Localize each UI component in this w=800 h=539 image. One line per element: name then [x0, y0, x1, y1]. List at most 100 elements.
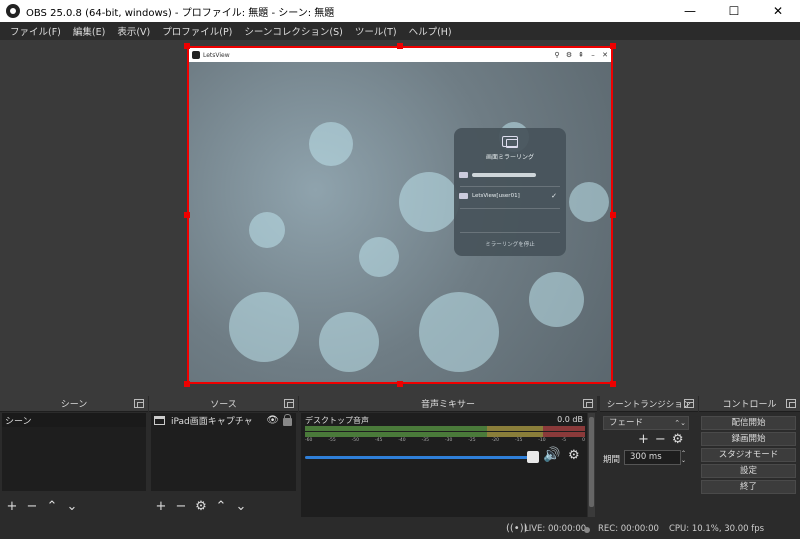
lock-icon[interactable] — [283, 414, 292, 426]
transitions-header: シーントランジション — [600, 396, 698, 412]
menu-tools[interactable]: ツール(T) — [349, 24, 403, 38]
obs-logo-icon — [6, 4, 20, 18]
preview-area: LetsView ⚲ ⚙ ⇞ – ✕ 画面ミラーリング LetsView[use… — [0, 40, 800, 396]
list-item[interactable]: シーン — [2, 413, 146, 427]
bokeh-bubble — [229, 292, 299, 362]
move-up-button[interactable]: ⌃ — [213, 499, 229, 515]
start-recording-button[interactable]: 録画開始 — [701, 432, 796, 446]
source-properties-gear-icon[interactable]: ⚙ — [193, 499, 209, 515]
menu-scene-collection[interactable]: シーンコレクション(S) — [238, 24, 348, 38]
duration-input[interactable]: 300 ms — [624, 450, 681, 465]
volume-meter — [305, 432, 585, 437]
undock-icon[interactable] — [786, 399, 796, 408]
device-row: LetsView[user01] ✓ — [457, 189, 563, 203]
scale-tick: -20 — [491, 438, 499, 443]
move-down-button[interactable]: ⌄ — [233, 499, 249, 515]
redacted-device-name — [472, 173, 536, 177]
controls-dock: コントロール 配信開始 録画開始 スタジオモード 設定 終了 — [699, 396, 800, 520]
sources-header: ソース — [149, 396, 298, 412]
bokeh-bubble — [309, 122, 353, 166]
resize-handle[interactable] — [184, 212, 190, 218]
speaker-icon[interactable]: 🔊 — [543, 447, 560, 463]
exit-button[interactable]: 終了 — [701, 480, 796, 494]
add-transition-button[interactable]: + — [638, 432, 649, 447]
duration-label: 期間 — [603, 455, 621, 465]
menu-view[interactable]: 表示(V) — [111, 24, 156, 38]
preview-source[interactable]: LetsView ⚲ ⚙ ⇞ – ✕ 画面ミラーリング LetsView[use… — [187, 46, 613, 384]
mirroring-icon — [502, 136, 518, 148]
undock-icon[interactable] — [583, 399, 593, 408]
duration-spinner[interactable]: ⌃ ⌄ — [681, 450, 691, 464]
transition-settings-gear-icon[interactable]: ⚙ — [672, 432, 684, 447]
sources-title: ソース — [210, 400, 237, 410]
letsview-titlebar: LetsView ⚲ ⚙ ⇞ – ✕ — [189, 48, 611, 62]
resize-handle[interactable] — [610, 212, 616, 218]
add-scene-button[interactable]: + — [4, 499, 20, 515]
transition-select[interactable]: フェード ⌃⌄ — [603, 416, 689, 430]
divider — [460, 232, 560, 233]
sources-list: iPad画面キャプチャ 👁 — [151, 413, 296, 491]
scale-tick: -10 — [538, 438, 546, 443]
mixer-title: 音声ミキサー — [420, 400, 475, 410]
device-name: LetsView[user01] — [472, 193, 520, 199]
menu-help[interactable]: ヘルプ(H) — [403, 24, 458, 38]
menu-bar: ファイル(F) 編集(E) 表示(V) プロファイル(P) シーンコレクション(… — [0, 22, 800, 40]
mirroring-title: 画面ミラーリング — [485, 154, 534, 161]
remove-transition-button[interactable]: − — [655, 432, 666, 447]
scenes-title: シーン — [60, 400, 88, 410]
spin-arrows-icon: ⌃⌄ — [674, 419, 686, 427]
add-source-button[interactable]: + — [153, 499, 169, 515]
bokeh-bubble — [249, 212, 285, 248]
controls-title: コントロール — [722, 400, 777, 410]
title-bar: OBS 25.0.8 (64-bit, windows) - プロファイル: 無… — [0, 0, 800, 22]
settings-button[interactable]: 設定 — [701, 464, 796, 478]
resize-handle[interactable] — [184, 381, 190, 387]
resize-handle[interactable] — [397, 43, 403, 49]
status-bar: ((•)) LIVE: 00:00:00 REC: 00:00:00 CPU: … — [0, 520, 800, 539]
topmost-icon: ⇞ — [578, 51, 584, 59]
scale-tick: -60 — [305, 438, 313, 443]
undock-icon[interactable] — [134, 399, 144, 408]
bokeh-bubble — [399, 172, 459, 232]
minimize-icon: – — [591, 51, 595, 59]
volume-slider-handle[interactable] — [527, 451, 539, 463]
studio-mode-button[interactable]: スタジオモード — [701, 448, 796, 462]
scale-tick: -5 — [561, 438, 567, 443]
scale-tick: 0 — [582, 438, 585, 443]
resize-handle[interactable] — [397, 381, 403, 387]
visibility-eye-icon[interactable]: 👁 — [266, 415, 279, 426]
close-button[interactable]: ✕ — [756, 0, 800, 22]
volume-meter — [305, 426, 585, 431]
remove-source-button[interactable]: − — [173, 499, 189, 515]
menu-edit[interactable]: 編集(E) — [67, 24, 111, 38]
transitions-title: シーントランジション — [606, 399, 692, 410]
resize-handle[interactable] — [610, 43, 616, 49]
start-streaming-button[interactable]: 配信開始 — [701, 416, 796, 430]
window-title: OBS 25.0.8 (64-bit, windows) - プロファイル: 無… — [26, 7, 335, 19]
list-item[interactable]: iPad画面キャプチャ 👁 — [151, 413, 296, 427]
track-db: 0.0 dB — [557, 415, 583, 424]
minimize-button[interactable]: — — [668, 0, 712, 22]
move-up-button[interactable]: ⌃ — [44, 499, 60, 515]
scale-tick: -15 — [514, 438, 523, 443]
maximize-button[interactable]: ☐ — [712, 0, 756, 22]
move-down-button[interactable]: ⌄ — [64, 499, 80, 515]
sources-toolbar: + − ⚙ ⌃ ⌄ — [151, 498, 296, 516]
undock-icon[interactable] — [684, 399, 694, 408]
bokeh-bubble — [419, 292, 499, 372]
scale-tick: -45 — [374, 438, 383, 443]
audio-settings-gear-icon[interactable]: ⚙ — [568, 448, 580, 463]
undock-icon[interactable] — [284, 399, 294, 408]
resize-handle[interactable] — [184, 43, 190, 49]
remove-scene-button[interactable]: − — [24, 499, 40, 515]
volume-slider[interactable] — [305, 456, 533, 459]
mixer-scrollbar[interactable] — [588, 413, 595, 517]
menu-file[interactable]: ファイル(F) — [4, 24, 67, 38]
meter-scale: -60 -55 -50 -45 -40 -35 -30 -25 -20 -15 … — [305, 438, 585, 443]
menu-profile[interactable]: プロファイル(P) — [156, 24, 238, 38]
transitions-toolbar: + − ⚙ — [638, 432, 683, 447]
check-icon: ✓ — [551, 192, 557, 200]
pin-icon: ⚲ — [554, 51, 560, 59]
letsview-title: LetsView — [203, 51, 230, 59]
resize-handle[interactable] — [610, 381, 616, 387]
